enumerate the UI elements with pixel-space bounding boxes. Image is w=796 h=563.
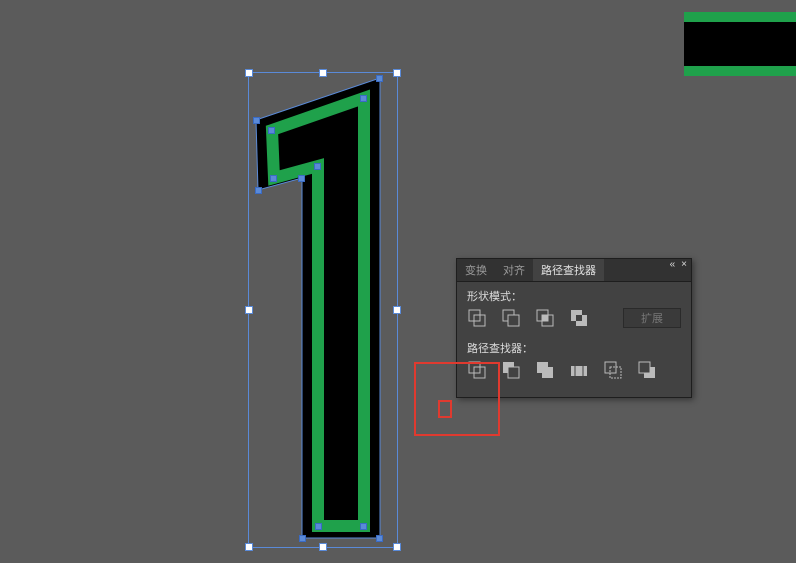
anchor-point[interactable] <box>360 95 367 102</box>
minus-front-icon[interactable] <box>501 308 521 328</box>
anchor-point[interactable] <box>376 535 383 542</box>
swatch-stripe-bottom <box>684 66 796 76</box>
anchor-point[interactable] <box>360 523 367 530</box>
crop-icon[interactable] <box>569 360 589 380</box>
resize-handle[interactable] <box>393 306 401 314</box>
divide-icon[interactable] <box>467 360 487 380</box>
swatch-stripe-mid <box>684 22 796 66</box>
shape-modes-label: 形状模式： <box>457 282 691 306</box>
tab-pathfinder[interactable]: 路径查找器 <box>533 259 604 281</box>
panel-close-icon[interactable]: × <box>681 260 687 270</box>
resize-handle[interactable] <box>245 69 253 77</box>
resize-handle[interactable] <box>319 543 327 551</box>
resize-handle[interactable] <box>393 543 401 551</box>
resize-handle[interactable] <box>319 69 327 77</box>
tab-transform[interactable]: 变换 <box>457 259 495 281</box>
resize-handle[interactable] <box>393 69 401 77</box>
corner-swatch <box>684 12 796 92</box>
anchor-point[interactable] <box>255 187 262 194</box>
merge-icon[interactable] <box>535 360 555 380</box>
exclude-icon[interactable] <box>569 308 589 328</box>
tab-align[interactable]: 对齐 <box>495 259 533 281</box>
anchor-point[interactable] <box>315 523 322 530</box>
expand-button: 扩展 <box>623 308 681 328</box>
anchor-point[interactable] <box>253 117 260 124</box>
pathfinder-panel[interactable]: « × 变换 对齐 路径查找器 形状模式： 扩展 路径查找器： <box>456 258 692 398</box>
anchor-point[interactable] <box>376 75 383 82</box>
anchor-point[interactable] <box>314 163 321 170</box>
anchor-point[interactable] <box>298 175 305 182</box>
resize-handle[interactable] <box>245 543 253 551</box>
outline-icon[interactable] <box>603 360 623 380</box>
pathfinders-row <box>457 358 691 386</box>
panel-tabs: 变换 对齐 路径查找器 <box>457 259 691 282</box>
artboard[interactable]: « × 变换 对齐 路径查找器 形状模式： 扩展 路径查找器： <box>0 0 796 563</box>
trim-icon[interactable] <box>501 360 521 380</box>
anchor-point[interactable] <box>268 127 275 134</box>
unite-icon[interactable] <box>467 308 487 328</box>
shape-modes-row: 扩展 <box>457 306 691 334</box>
pathfinders-label: 路径查找器： <box>457 334 691 358</box>
panel-collapse-icon[interactable]: « <box>670 260 676 270</box>
intersect-icon[interactable] <box>535 308 555 328</box>
swatch-stripe-top <box>684 12 796 22</box>
minus-back-icon[interactable] <box>637 360 657 380</box>
highlight-box-inner <box>438 400 452 418</box>
anchor-point[interactable] <box>270 175 277 182</box>
anchor-point[interactable] <box>299 535 306 542</box>
shape-numeral-1[interactable] <box>252 78 388 542</box>
